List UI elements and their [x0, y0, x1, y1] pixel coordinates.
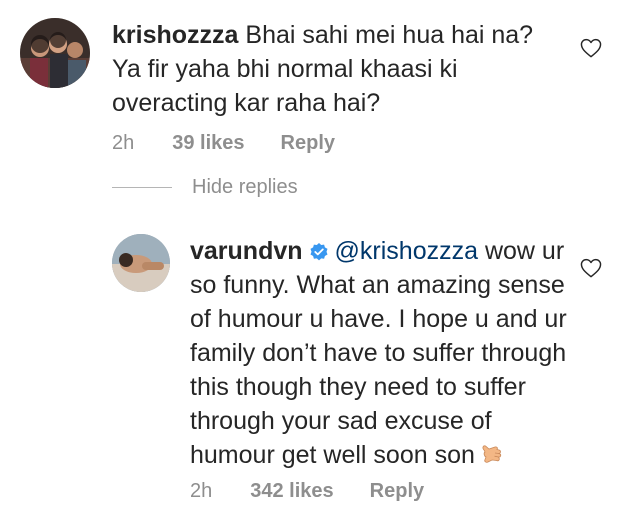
heart-outline-icon[interactable] [580, 38, 602, 58]
reply-item: varundvn @krishozzza wow ur so funny. Wh… [112, 234, 582, 503]
reply-mention-link[interactable]: @krishozzza [335, 237, 478, 265]
comment-likes[interactable]: 39 likes [172, 132, 244, 155]
reply-meta: 2h 342 likes Reply [190, 480, 570, 503]
call-me-hand-emoji [482, 445, 502, 463]
heart-outline-icon[interactable] [580, 258, 602, 278]
avatar[interactable] [112, 234, 170, 292]
reply-time: 2h [190, 480, 213, 502]
verified-badge-icon [310, 243, 328, 261]
comment-time: 2h [112, 132, 135, 154]
reply-likes[interactable]: 342 likes [250, 480, 333, 503]
hide-replies-toggle[interactable]: Hide replies [112, 176, 298, 199]
comment-reply-button[interactable]: Reply [281, 132, 335, 155]
comment-item: krishozzza Bhai sahi mei hua hai na? Ya … [20, 18, 580, 155]
comment-username[interactable]: krishozzza [112, 21, 238, 49]
comment-meta: 2h 39 likes Reply [112, 132, 552, 155]
reply-text: wow ur so funny. What an amazing sense o… [190, 237, 567, 469]
comment-text-block: krishozzza Bhai sahi mei hua hai na? Ya … [112, 18, 552, 120]
reply-username[interactable]: varundvn [190, 237, 303, 265]
divider-line [112, 187, 172, 188]
reply-text-block: varundvn @krishozzza wow ur so funny. Wh… [190, 234, 570, 472]
avatar[interactable] [20, 18, 90, 88]
hide-replies-label[interactable]: Hide replies [192, 176, 298, 199]
reply-reply-button[interactable]: Reply [370, 480, 424, 503]
